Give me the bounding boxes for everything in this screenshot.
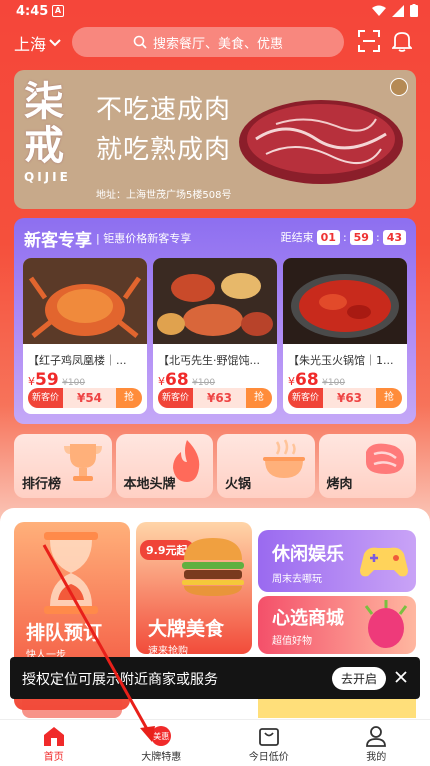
brand-glyph-2: 戒: [24, 122, 64, 169]
deal-price: ¥59 ¥100: [28, 370, 86, 390]
app-notification-icon: A: [52, 5, 64, 17]
battery-icon: [410, 4, 418, 17]
countdown-seconds: 43: [382, 229, 406, 245]
deal-name: 【朱光玉火锅馆｜1...: [288, 354, 394, 367]
hotpot-dish-image: [283, 258, 407, 344]
notification-bell-icon[interactable]: [392, 30, 412, 52]
deal-card[interactable]: 【红子鸡凤凰楼｜... ¥59 ¥100 新客价 ¥54 抢: [23, 258, 147, 414]
countdown-minutes: 59: [349, 229, 373, 245]
user-icon: [366, 726, 387, 747]
enable-location-button[interactable]: 去开启: [331, 667, 386, 690]
tab-label: 我的: [366, 752, 387, 763]
slogan-line-2: 就吃熟成肉: [96, 135, 232, 165]
deal-name: 【红子鸡凤凰楼｜...: [28, 354, 127, 367]
deal-price: ¥68 ¥100: [158, 370, 216, 390]
close-icon[interactable]: [392, 668, 410, 686]
search-bar[interactable]: 搜索餐厅、美食、优惠: [72, 27, 344, 57]
trophy-icon: [63, 444, 102, 481]
card-subtitle: 速来抢购: [148, 646, 188, 654]
deal-card[interactable]: 【朱光玉火锅馆｜1... ¥68 ¥100 新客价 ¥63 抢: [283, 258, 407, 414]
section-subtitle: | 钜惠价格新客专享: [96, 232, 192, 245]
category-hotpot[interactable]: 火锅: [217, 434, 315, 498]
brand-deals-badge: 美惠: [153, 732, 170, 741]
deal-name: 【北丐先生·野馄饨...: [158, 354, 260, 367]
chevron-down-icon: [49, 39, 61, 47]
grab-button[interactable]: 抢: [116, 388, 142, 408]
brand-logo: 柒 戒 QIJIE: [24, 78, 96, 185]
countdown-label: 距结束: [280, 231, 314, 244]
home-icon: [43, 727, 64, 746]
crab-dish-image: [23, 258, 147, 344]
card-subtitle: 周末去哪玩: [272, 574, 322, 585]
search-icon: [133, 35, 147, 49]
deal-price: ¥68 ¥100: [288, 370, 346, 390]
card-title: 排队预订: [26, 622, 103, 644]
new-user-section: 新客专享 | 钜惠价格新客专享 距结束 01: 59: 43 【红子鸡凤凰楼｜.…: [14, 218, 416, 424]
category-label: 本地头牌: [123, 477, 176, 492]
countdown-hours: 01: [316, 229, 340, 245]
tab-label: 大牌特惠: [141, 752, 182, 763]
dragonfruit-icon: [364, 600, 408, 648]
brand-glyph-1: 柒: [24, 78, 64, 125]
card-subtitle: 超值好物: [272, 636, 312, 647]
new-user-price: 新客价 ¥54 抢: [28, 388, 142, 408]
banner-address: 地址：上海世茂广场5楼508号: [96, 190, 232, 201]
deal-card[interactable]: 【北丐先生·野馄饨... ¥68 ¥100 新客价 ¥63 抢: [153, 258, 277, 414]
dumpling-dish-image: [153, 258, 277, 344]
category-local-top[interactable]: 本地头牌: [115, 434, 213, 498]
grab-button[interactable]: 抢: [376, 388, 402, 408]
toast-message: 授权定位可展示附近商家或服务: [22, 672, 218, 688]
brand-latin: QIJIE: [24, 170, 71, 184]
category-label: 烤肉: [326, 477, 353, 492]
burger-icon: [182, 538, 244, 596]
section-title: 新客专享: [24, 231, 92, 251]
top-header: 上海 搜索餐厅、美食、优惠: [0, 26, 430, 60]
category-ranking[interactable]: 排行榜: [14, 434, 112, 498]
bottom-tab-bar: 首页 美惠 大牌特惠 今日低价 我的: [0, 719, 430, 766]
new-user-price: 新客价 ¥63 抢: [158, 388, 272, 408]
hotpot-icon: [262, 439, 305, 478]
countdown: 距结束 01: 59: 43: [281, 229, 406, 245]
tab-brand-deals[interactable]: 美惠 大牌特惠: [108, 720, 216, 766]
status-time: 4:45: [16, 4, 49, 19]
slogan-line-1: 不吃速成肉: [96, 95, 232, 125]
promo-banner[interactable]: 柒 戒 QIJIE 不吃速成肉 就吃熟成肉 地址：上海世茂广场5楼508号: [14, 70, 416, 209]
leisure-card[interactable]: 休闲娱乐 周末去哪玩: [258, 530, 416, 592]
tab-label: 首页: [43, 752, 64, 763]
grab-button[interactable]: 抢: [246, 388, 272, 408]
card-title: 休闲娱乐: [272, 544, 344, 565]
tab-today-low-price[interactable]: 今日低价: [215, 720, 323, 766]
tab-home[interactable]: 首页: [0, 720, 108, 766]
game-controller-icon: [360, 547, 408, 577]
tab-profile[interactable]: 我的: [323, 720, 430, 766]
category-row: 排行榜 本地头牌 火锅 烤肉: [14, 434, 416, 498]
card-title: 大牌美食: [148, 618, 225, 640]
steak-image: [239, 100, 403, 184]
wifi-icon: [372, 5, 386, 16]
scan-icon[interactable]: [358, 30, 380, 52]
mall-card[interactable]: 心选商城 超值好物 更多: [258, 596, 416, 654]
new-user-price: 新客价 ¥63 抢: [288, 388, 402, 408]
category-label: 排行榜: [22, 477, 62, 492]
category-label: 火锅: [225, 477, 252, 492]
shopping-bag-icon: [258, 728, 279, 746]
brand-food-card[interactable]: 9.9元起 大牌美食 速来抢购: [136, 522, 252, 654]
signal-icon: [392, 4, 404, 17]
meat-icon: [366, 443, 404, 474]
card-title: 心选商城: [272, 608, 344, 629]
brand-seal-icon: [390, 78, 408, 96]
category-bbq[interactable]: 烤肉: [318, 434, 416, 498]
hourglass-icon: [44, 532, 98, 614]
status-bar: 4:45 A: [0, 0, 430, 24]
tab-label: 今日低价: [248, 752, 289, 763]
location-permission-toast: 授权定位可展示附近商家或服务 去开启: [10, 657, 420, 699]
banner-slogan: 不吃速成肉 就吃熟成肉: [96, 90, 231, 170]
search-placeholder: 搜索餐厅、美食、优惠: [152, 36, 283, 52]
city-selector[interactable]: 上海: [14, 31, 61, 55]
city-name: 上海: [14, 35, 47, 54]
